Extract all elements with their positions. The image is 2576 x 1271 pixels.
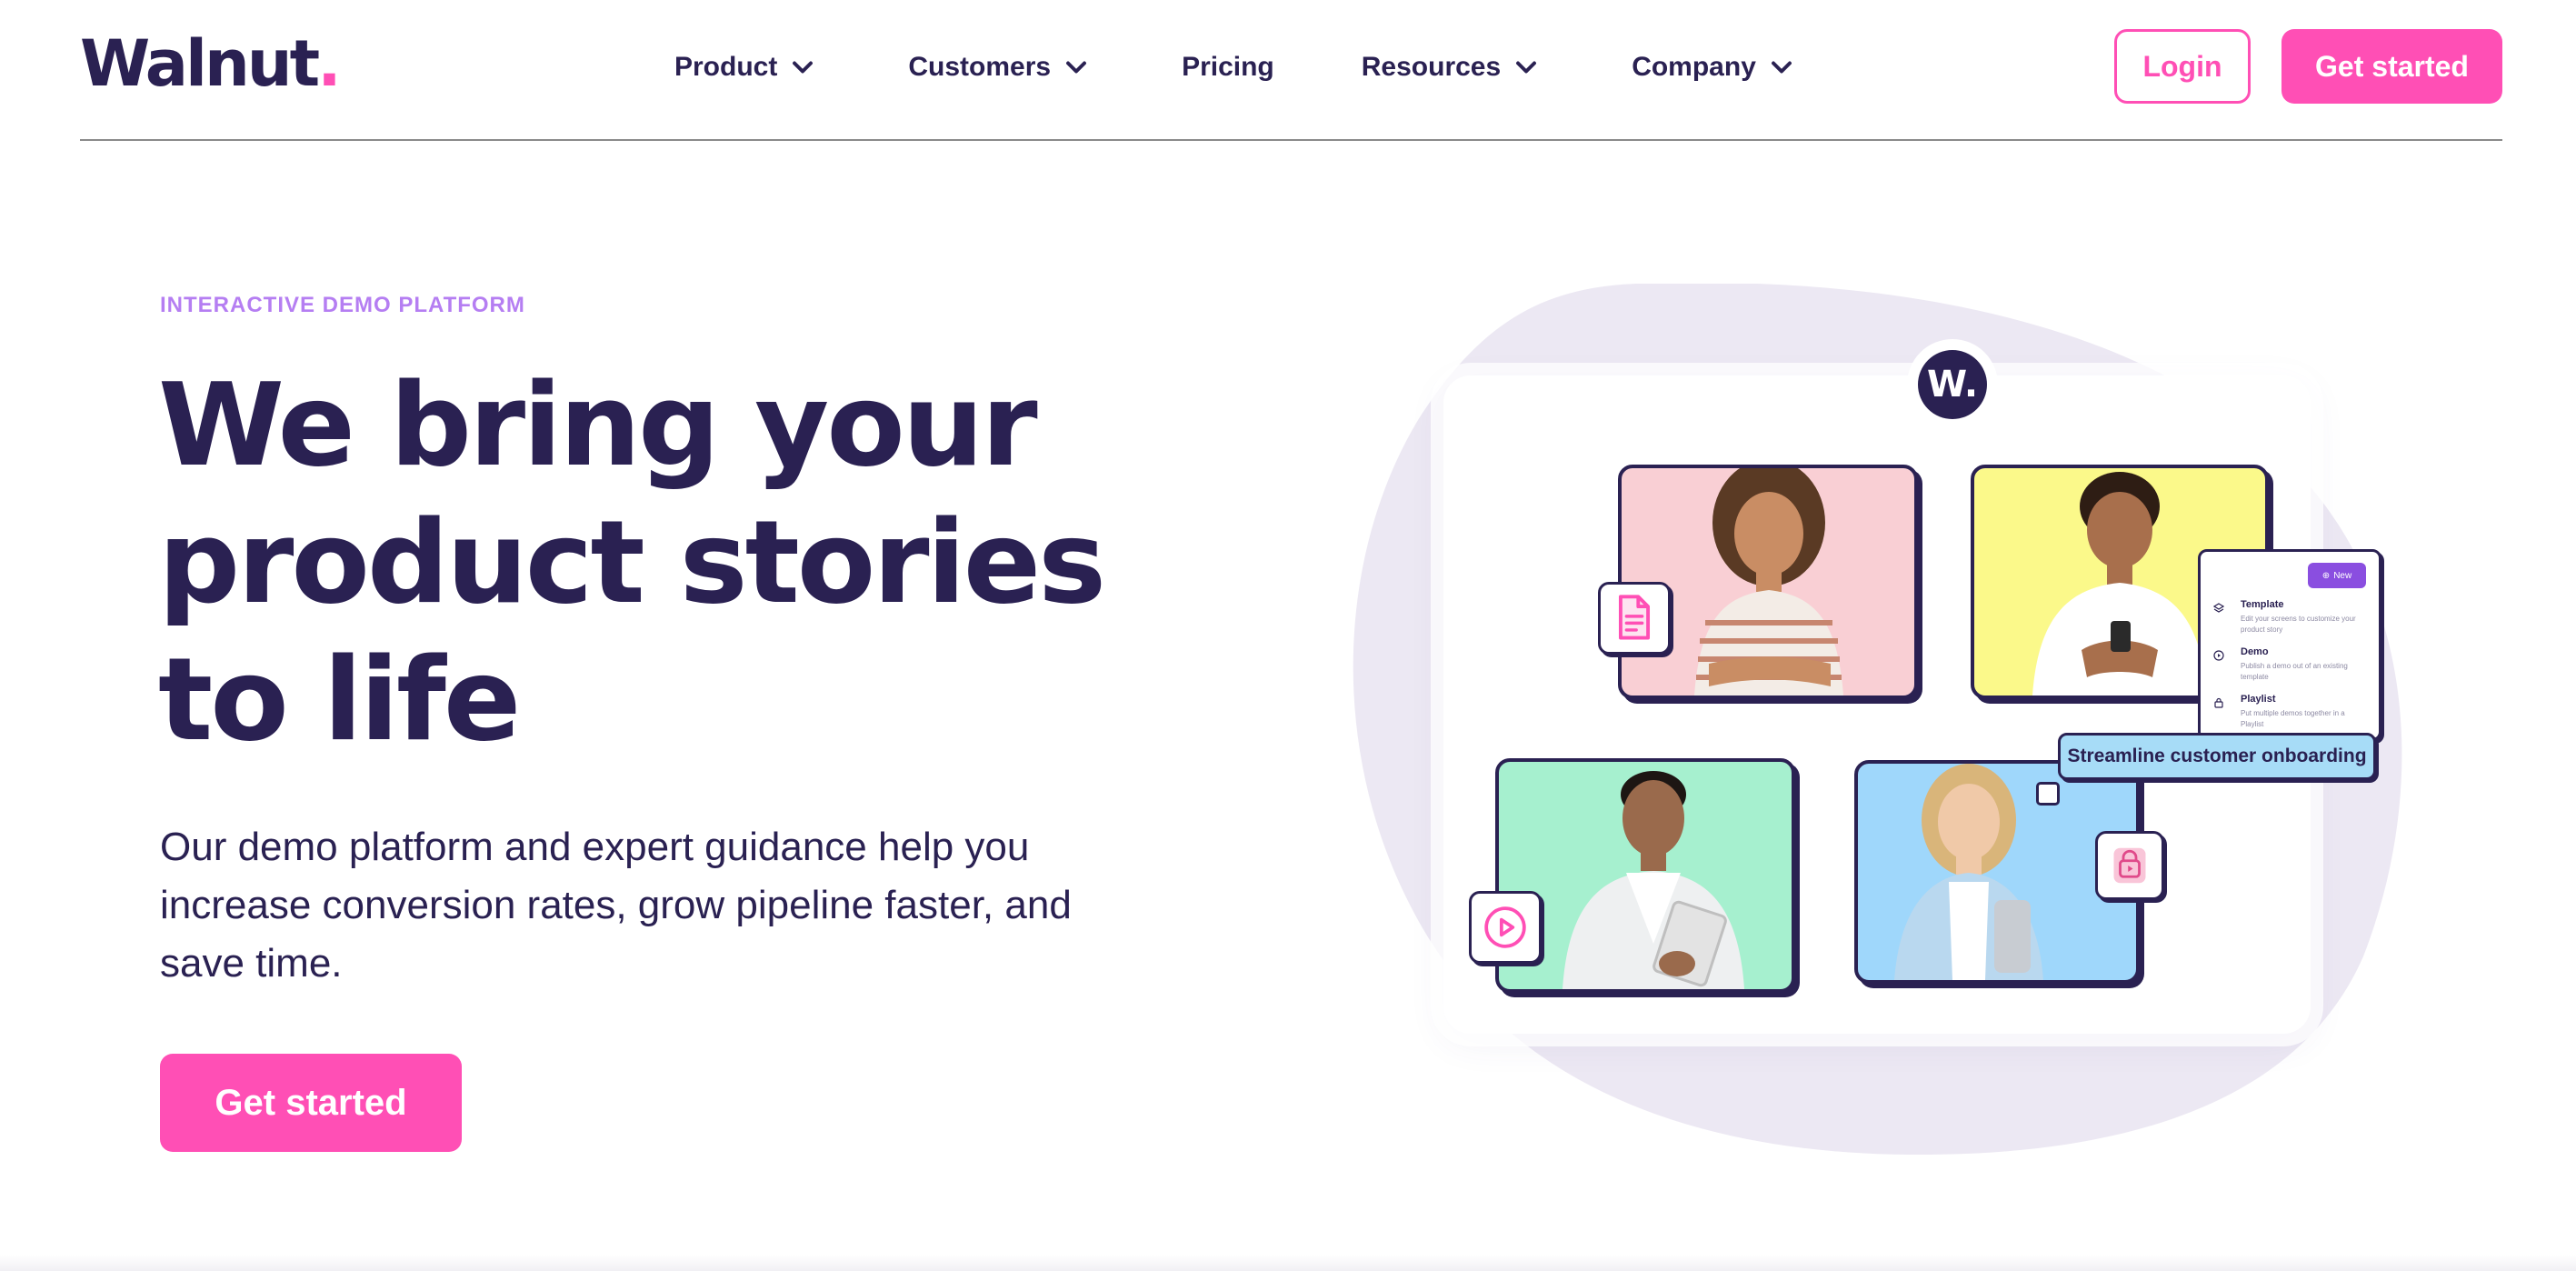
walnut-badge: W. <box>1918 350 1987 419</box>
layers-icon <box>2213 603 2224 613</box>
next-section-edge <box>0 1255 2576 1271</box>
hero-get-started-button[interactable]: Get started <box>160 1054 462 1152</box>
logo-text: Walnut <box>80 26 320 101</box>
nav-item-customers[interactable]: Customers <box>908 45 1093 89</box>
new-button: ⊕ New <box>2308 563 2366 588</box>
main-nav: Product Customers Pricing Resources Comp… <box>674 45 1798 89</box>
menu-item-description: Edit your screens to customize your prod… <box>2241 615 2356 634</box>
lock-icon <box>2214 697 2223 708</box>
hero-headline: We bring your product stories to life <box>158 356 1249 768</box>
chevron-down-icon <box>1771 61 1792 74</box>
play-icon <box>1484 906 1526 948</box>
menu-item-title: Demo <box>2241 646 2269 657</box>
menu-item-title: Template <box>2241 599 2284 610</box>
header-divider <box>80 139 2502 141</box>
nav-item-company[interactable]: Company <box>1632 45 1798 89</box>
play-circle-icon <box>2213 650 2224 661</box>
login-button[interactable]: Login <box>2114 29 2251 104</box>
chevron-down-icon <box>1066 61 1087 74</box>
hero-eyebrow: INTERACTIVE DEMO PLATFORM <box>160 293 525 317</box>
nav-label: Customers <box>908 52 1052 82</box>
person-illustration <box>1694 468 1843 696</box>
new-label: New <box>2333 570 2352 581</box>
logo-dot: . <box>317 26 342 101</box>
nav-item-product[interactable]: Product <box>674 45 819 89</box>
lock-play-chip <box>2095 831 2164 900</box>
cursor-square <box>2036 782 2060 806</box>
subheading-line: increase conversion rates, grow pipeline… <box>160 883 1072 927</box>
nav-item-pricing[interactable]: Pricing <box>1182 45 1274 89</box>
chevron-down-icon <box>793 61 814 74</box>
walnut-logo[interactable]: Walnut. <box>80 26 342 101</box>
menu-item-description: Publish a demo out of an existing templa… <box>2241 662 2348 681</box>
subheading-line: Our demo platform and expert guidance he… <box>160 825 1030 869</box>
headline-line: product stories <box>158 495 1106 629</box>
onboarding-tooltip: Streamline customer onboarding <box>2058 733 2376 780</box>
menu-item-title: Playlist <box>2241 694 2276 705</box>
plus-circle-icon: ⊕ <box>2321 570 2331 581</box>
headline-line: We bring your <box>158 358 1038 492</box>
play-chip <box>1469 891 1542 964</box>
nav-label: Product <box>674 52 778 82</box>
document-chip <box>1598 582 1671 655</box>
person-illustration <box>1563 771 1744 989</box>
nav-item-resources[interactable]: Resources <box>1362 45 1543 89</box>
document-icon <box>1618 595 1651 640</box>
create-menu-card: ⊕ New Template Edit your screens to cust… <box>2198 549 2381 741</box>
nav-label: Pricing <box>1182 52 1274 82</box>
hero-subheading: Our demo platform and expert guidance he… <box>160 818 1233 993</box>
menu-item-description: Put multiple demos together in a Playlis… <box>2241 709 2345 728</box>
lock-play-icon <box>2113 847 2146 884</box>
subheading-line: save time. <box>160 941 343 986</box>
chevron-down-icon <box>1516 61 1537 74</box>
headline-line: to life <box>158 633 521 766</box>
nav-label: Resources <box>1361 52 1502 82</box>
header-get-started-button[interactable]: Get started <box>2281 29 2502 104</box>
nav-label: Company <box>1632 52 1756 82</box>
